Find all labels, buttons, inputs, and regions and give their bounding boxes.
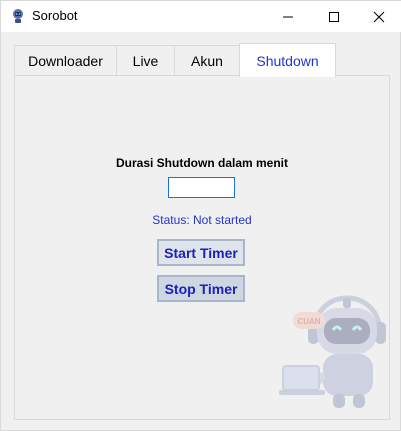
tab-live[interactable]: Live xyxy=(116,45,175,76)
robot-app-icon xyxy=(10,8,26,24)
maximize-icon xyxy=(329,11,339,22)
title-bar[interactable]: Sorobot xyxy=(1,1,401,32)
status-text: Status: Not started xyxy=(152,213,252,227)
tab-shutdown[interactable]: Shutdown xyxy=(239,43,336,77)
close-button[interactable] xyxy=(356,1,401,32)
close-icon xyxy=(373,11,385,22)
mascot-badge-text: CUAN xyxy=(297,317,320,326)
stop-timer-button[interactable]: Stop Timer xyxy=(157,275,245,302)
duration-label: Durasi Shutdown dalam menit xyxy=(115,156,289,170)
start-timer-button[interactable]: Start Timer xyxy=(157,239,245,266)
minimize-icon xyxy=(283,16,293,17)
minimize-button[interactable] xyxy=(265,1,311,32)
duration-input[interactable] xyxy=(168,177,235,198)
tab-downloader[interactable]: Downloader xyxy=(14,45,117,76)
shutdown-panel: Durasi Shutdown dalam menit Status: Not … xyxy=(14,75,390,420)
maximize-button[interactable] xyxy=(311,1,357,32)
tab-akun[interactable]: Akun xyxy=(174,45,240,76)
robot-mascot-watermark: CUAN xyxy=(279,295,386,408)
window-title: Sorobot xyxy=(32,8,78,23)
app-window: Sorobot Downloader Live Akun Shutdown Du… xyxy=(0,0,401,431)
